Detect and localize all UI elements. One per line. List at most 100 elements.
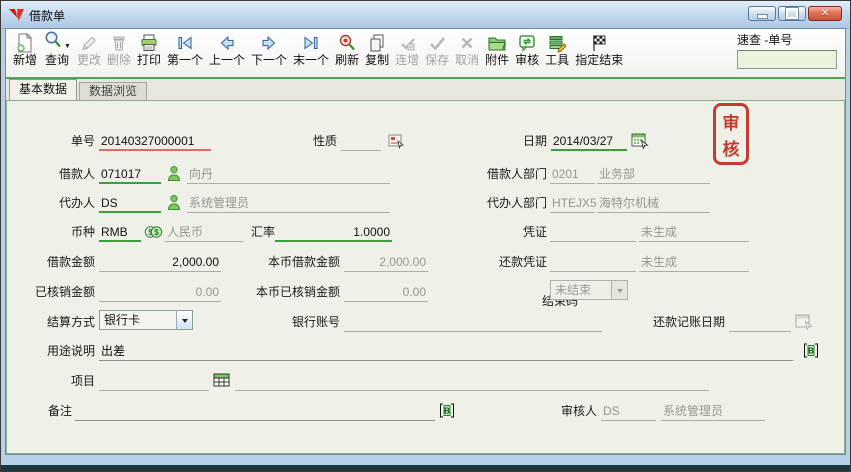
project-code-field[interactable] [99, 371, 209, 391]
toolbar-button-new[interactable]: 新增 [10, 31, 40, 68]
close-icon: ✕ [821, 9, 829, 19]
settle-method-value: 银行卡 [100, 311, 176, 329]
settle-method-combobox[interactable]: 银行卡 [99, 310, 193, 330]
agent-code-field[interactable]: DS [99, 193, 161, 213]
minimize-icon [757, 14, 768, 19]
nature-label: 性质 [287, 131, 337, 151]
memo-icon[interactable]: B [439, 402, 455, 422]
repay-book-date-label: 还款记账日期 [647, 312, 725, 332]
toolbar-button-audit[interactable]: 审核 [512, 31, 542, 68]
date-field[interactable]: 2014/03/27 [551, 131, 627, 151]
toolbar-button-last[interactable]: 末一个 [290, 31, 332, 68]
exchange-rate-field[interactable]: 1.0000 [275, 222, 392, 242]
borrower-dept-label: 借款人部门 [482, 164, 547, 184]
currency-code-field[interactable]: RMB [99, 222, 141, 242]
person-icon[interactable] [166, 194, 182, 214]
borrower-code-field[interactable]: 071017 [99, 164, 161, 184]
loan-amount-field[interactable]: 2,000.00 [99, 252, 221, 272]
auditor-code-field: DS [601, 401, 656, 421]
borrower-dept-code-field: 0201 [550, 164, 595, 184]
save-icon [427, 32, 447, 53]
edit-icon [79, 32, 99, 53]
toolbar-button-label: 刷新 [335, 54, 359, 67]
previous-record-icon [217, 32, 237, 53]
toolbar-button-print[interactable]: 打印 [134, 31, 164, 68]
print-icon [139, 32, 159, 53]
app-window: 借款单 ✕ 新增 ▼ 查询 更改 删除 [0, 0, 851, 472]
toolbar-button-label: 新增 [13, 54, 37, 67]
window-bottom-edge [1, 465, 850, 471]
currency-icon[interactable]: $$ [144, 224, 163, 243]
toolbar-button-query[interactable]: ▼ 查询 [40, 31, 74, 68]
agent-dept-name-field: 海特尔机械 [597, 193, 710, 213]
toolbar-button-cancel: 取消 [452, 31, 482, 68]
cancel-icon [457, 32, 477, 53]
quick-search-input[interactable] [737, 50, 837, 69]
toolbar-button-label: 删除 [107, 54, 131, 67]
toolbar-button-next[interactable]: 下一个 [248, 31, 290, 68]
close-button[interactable]: ✕ [808, 6, 842, 21]
toolbar-button-specify-end[interactable]: 指定结束 [572, 31, 626, 68]
delete-icon [109, 32, 129, 53]
audit-stamp: 审核 [713, 103, 749, 165]
titlebar[interactable]: 借款单 ✕ [1, 1, 850, 29]
loan-amount-label: 借款金额 [15, 252, 95, 272]
auditor-label: 审核人 [537, 401, 597, 421]
toolbar: 新增 ▼ 查询 更改 删除 打印 第一个 [6, 29, 845, 79]
toolbar-button-refresh[interactable]: 刷新 [332, 31, 362, 68]
repay-voucher-status-field: 未生成 [639, 252, 749, 272]
toolbar-button-label: 上一个 [209, 54, 245, 67]
chevron-down-icon[interactable]: ▼ [64, 43, 71, 50]
order-no-field[interactable]: 20140327000001 [99, 131, 211, 151]
borrower-name-field: 向丹 [187, 164, 390, 184]
toolbar-button-label: 末一个 [293, 54, 329, 67]
auditor-name-field: 系统管理员 [661, 401, 765, 421]
purpose-field[interactable]: 出差 [99, 341, 793, 361]
tab-data-browse[interactable]: 数据浏览 [79, 82, 147, 100]
bank-account-field[interactable] [344, 312, 602, 332]
toolbar-button-first[interactable]: 第一个 [164, 31, 206, 68]
toolbar-button-edit: 更改 [74, 31, 104, 68]
project-grid-icon[interactable] [213, 373, 231, 391]
finish-flag-icon [589, 32, 609, 53]
toolbar-button-tools[interactable]: 工具 [542, 31, 572, 68]
maximize-icon [786, 8, 798, 19]
voucher-field [550, 222, 636, 242]
last-record-icon [301, 32, 321, 53]
audit-icon [517, 32, 537, 53]
nature-field[interactable] [341, 131, 381, 151]
append-icon [397, 32, 417, 53]
nature-picker-icon[interactable] [388, 133, 404, 152]
end-code-combobox: 未结束 [550, 280, 628, 300]
minimize-button[interactable] [748, 6, 776, 21]
end-code-value: 未结束 [551, 281, 611, 299]
repay-voucher-field [550, 252, 636, 272]
person-icon[interactable] [166, 165, 182, 185]
voucher-status-field: 未生成 [639, 222, 749, 242]
toolbar-button-copy[interactable]: 复制 [362, 31, 392, 68]
search-icon [43, 30, 63, 55]
chevron-down-icon[interactable] [176, 311, 192, 329]
agent-dept-label: 代办人部门 [482, 193, 547, 213]
project-name-field[interactable] [235, 371, 709, 391]
toolbar-button-label: 查询 [45, 54, 69, 67]
tab-basic-data[interactable]: 基本数据 [9, 79, 77, 100]
toolbar-button-previous[interactable]: 上一个 [206, 31, 248, 68]
toolbar-button-save: 保存 [422, 31, 452, 68]
written-off-amount-label: 已核销金额 [15, 282, 95, 302]
refresh-icon [337, 32, 357, 53]
window-title: 借款单 [29, 7, 65, 24]
toolbar-button-attachment[interactable]: 附件 [482, 31, 512, 68]
quick-search-label: 速查 -单号 [737, 31, 839, 48]
memo-icon[interactable]: B [803, 342, 819, 362]
chevron-down-icon [611, 281, 627, 299]
calendar-icon[interactable] [631, 132, 649, 152]
exchange-rate-label: 汇率 [245, 222, 275, 242]
next-record-icon [259, 32, 279, 53]
toolbar-button-label: 打印 [137, 54, 161, 67]
tab-strip: 基本数据 数据浏览 [6, 79, 845, 100]
maximize-button[interactable] [778, 6, 806, 21]
remark-field[interactable] [75, 401, 435, 421]
agent-dept-code-field: HTEJX5 [550, 193, 595, 213]
voucher-label: 凭证 [497, 222, 547, 242]
